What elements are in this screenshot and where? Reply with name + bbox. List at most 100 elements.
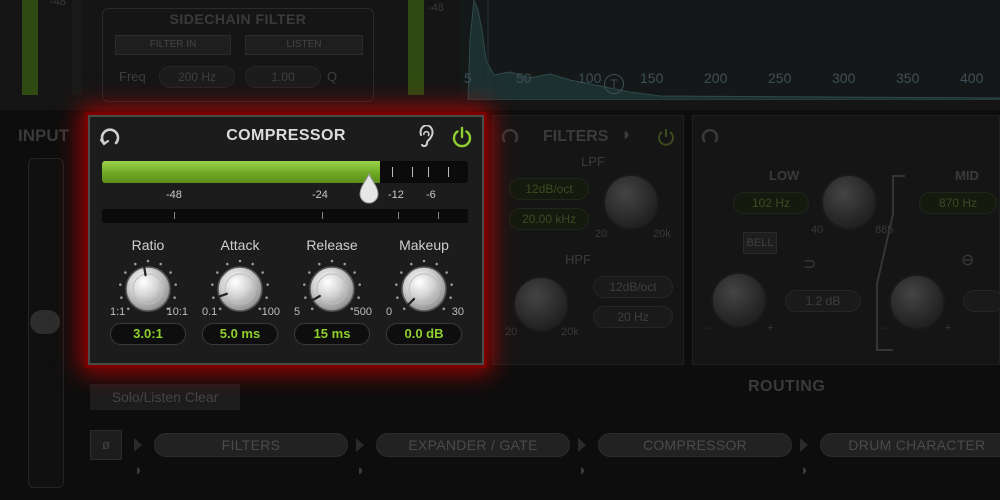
knob-tick-dot xyxy=(303,283,306,286)
compressor-power-icon[interactable] xyxy=(450,125,474,149)
attack-min: 0.1 xyxy=(202,306,218,318)
knob-tick-dot xyxy=(317,262,321,266)
hpf-slope-field[interactable]: 12dB/oct xyxy=(593,276,673,298)
threshold-slider-handle[interactable] xyxy=(358,173,380,205)
knob-tick-dot xyxy=(304,296,307,299)
knob-tick-dot xyxy=(442,307,446,311)
gain-reduction-meter xyxy=(102,209,468,223)
knob-tick-dot xyxy=(218,307,222,311)
knob-tick-dot xyxy=(173,296,176,299)
hpf-max: 20k xyxy=(561,326,579,338)
solo-listen-clear-button[interactable]: Solo/Listen Clear xyxy=(90,384,240,410)
knob-tick-dot xyxy=(343,262,347,266)
sidechain-filter-panel: SIDECHAIN FILTER FILTER IN LISTEN Freq 2… xyxy=(102,8,374,102)
eq-low-gain-field[interactable]: 1.2 dB xyxy=(785,290,861,312)
eq-low-freq-field[interactable]: 102 Hz xyxy=(733,192,809,214)
freq-label-1: 50 xyxy=(516,70,532,86)
release-value-field[interactable]: 15 ms xyxy=(294,323,370,345)
filters-title: FILTERS xyxy=(543,128,609,145)
freq-label-3: 150 xyxy=(640,70,664,86)
route-ear-icon[interactable]: ◗ xyxy=(800,462,809,479)
knob-tick-dot xyxy=(211,283,214,286)
lpf-min: 20 xyxy=(595,228,608,240)
meter-tick xyxy=(322,212,323,219)
meter-tick xyxy=(412,167,413,177)
eq-bell-button[interactable]: BELL xyxy=(743,232,777,254)
phase-invert-button[interactable]: ø xyxy=(90,430,122,460)
knob-tick-dot xyxy=(251,262,255,266)
eq-low-gain-knob[interactable] xyxy=(711,272,767,328)
knob-tick-dot xyxy=(330,259,334,263)
top-input-meter xyxy=(22,0,38,95)
eq-mid-shape-icon[interactable]: ⊖ xyxy=(961,250,974,270)
meter-tick xyxy=(392,167,393,177)
lpf-freq-field[interactable]: 20.00 kHz xyxy=(509,208,589,230)
makeup-knob[interactable] xyxy=(394,259,454,319)
meter-tick xyxy=(398,212,399,219)
knob-tick-dot xyxy=(225,262,229,266)
route-expander-gate-button[interactable]: EXPANDER / GATE xyxy=(376,433,570,457)
q-value-field[interactable]: 1.00 xyxy=(245,66,321,88)
lpf-knob[interactable] xyxy=(603,174,659,230)
knob-tick-dot xyxy=(357,296,360,299)
knob-tick-dot xyxy=(400,271,403,274)
knob-tick-dot xyxy=(169,271,172,274)
freq-value-field[interactable]: 200 Hz xyxy=(159,66,235,88)
route-compressor-button[interactable]: COMPRESSOR xyxy=(598,433,792,457)
eq-low-freq-knob[interactable] xyxy=(821,174,877,230)
input-fader-handle[interactable] xyxy=(30,310,60,334)
knob-tick-dot xyxy=(238,259,242,263)
threshold-marker[interactable]: T xyxy=(604,74,624,94)
knob-tick-dot xyxy=(422,259,426,263)
makeup-value-field[interactable]: 0.0 dB xyxy=(386,323,462,345)
knob-tick-dot xyxy=(124,271,127,274)
knob-tick-dot xyxy=(119,283,122,286)
eq-reset-icon[interactable] xyxy=(699,126,721,148)
ratio-value-field[interactable]: 3.0:1 xyxy=(110,323,186,345)
eq-shelf-icon[interactable]: ⊃ xyxy=(803,254,816,274)
eq-low-plus: + xyxy=(767,322,774,334)
lpf-slope-field[interactable]: 12dB/oct xyxy=(509,178,589,200)
route-ear-icon[interactable]: ◗ xyxy=(134,462,143,479)
route-filters-button[interactable]: FILTERS xyxy=(154,433,348,457)
knob-tick-dot xyxy=(395,283,398,286)
filters-ear-icon[interactable]: ◗ xyxy=(621,124,632,145)
route-drum-character-button[interactable]: DRUM CHARACTER xyxy=(820,433,1000,457)
release-min: 5 xyxy=(294,306,301,318)
knob-tick-dot xyxy=(212,296,215,299)
route-arrow-icon xyxy=(356,438,364,452)
eq-mid-freq-field[interactable]: 870 Hz xyxy=(919,192,997,214)
hpf-label: HPF xyxy=(565,252,591,267)
eq-low-min: 40 xyxy=(811,224,824,236)
eq-low-label: LOW xyxy=(769,168,800,183)
attack-label: Attack xyxy=(220,237,260,253)
listen-button[interactable]: LISTEN xyxy=(245,35,363,55)
filters-power-icon[interactable] xyxy=(655,126,677,148)
route-arrow-icon xyxy=(134,438,142,452)
route-ear-icon[interactable]: ◗ xyxy=(578,462,587,479)
knob-tick-dot xyxy=(120,296,123,299)
hpf-knob[interactable] xyxy=(513,276,569,332)
lpf-label: LPF xyxy=(581,154,605,169)
spectrum-display: 5 50 100 150 200 250 300 350 400 T xyxy=(460,0,1000,100)
attack-value-field[interactable]: 5.0 ms xyxy=(202,323,278,345)
knob-tick-dot xyxy=(450,283,453,286)
eq-mid-gain-field[interactable] xyxy=(963,290,1000,312)
filters-reset-icon[interactable] xyxy=(499,126,521,148)
filter-in-button[interactable]: FILTER IN xyxy=(115,35,231,55)
eq-mid-gain-knob[interactable] xyxy=(889,274,945,330)
knob-tick-dot xyxy=(174,283,177,286)
filters-panel: FILTERS ◗ LPF 12dB/oct 20.00 kHz 20 20k … xyxy=(492,115,684,365)
hpf-min: 20 xyxy=(505,326,518,338)
compressor-panel: COMPRESSOR -48 -24 -12 -6 Ratio 1:1 10:1… xyxy=(88,115,484,365)
release-max: 500 xyxy=(353,306,372,318)
knob-tick-dot xyxy=(409,262,413,266)
release-control: Release 5 500 15 ms xyxy=(288,237,376,357)
route-ear-icon[interactable]: ◗ xyxy=(356,462,365,479)
ratio-max: 10:1 xyxy=(166,306,188,318)
hpf-freq-field[interactable]: 20 Hz xyxy=(593,306,673,328)
knob-pointer xyxy=(143,266,147,277)
compressor-listen-ear-icon[interactable] xyxy=(416,125,436,149)
q-label: Q xyxy=(327,69,338,84)
ratio-min: 1:1 xyxy=(110,306,126,318)
